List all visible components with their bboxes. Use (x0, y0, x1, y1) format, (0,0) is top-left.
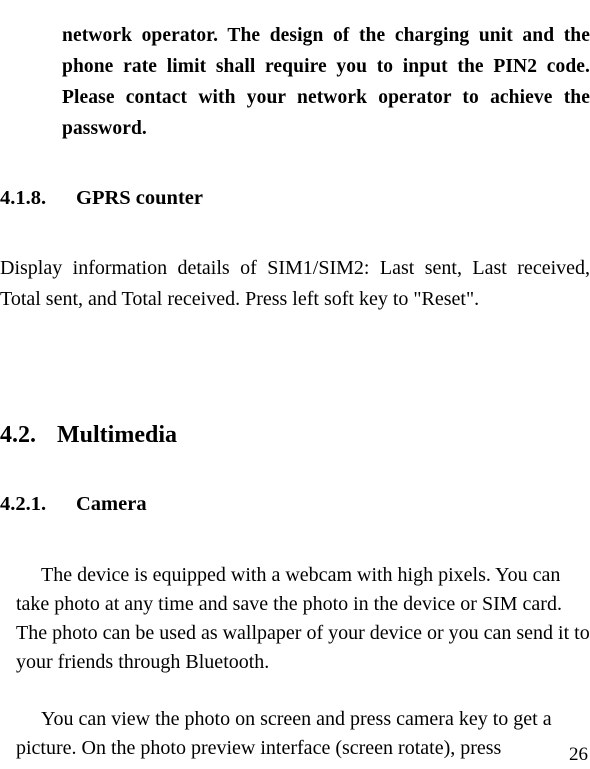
heading-gprs-counter-number: 4.1.8. (0, 186, 47, 209)
heading-camera-number: 4.2.1. (0, 492, 47, 515)
heading-multimedia-title: Multimedia (57, 421, 177, 448)
continued-bold-paragraph: network operator. The design of the char… (62, 24, 590, 139)
camera-intro-paragraph: The device is equipped with a webcam wit… (16, 564, 590, 673)
heading-camera: 4.2.1. Camera (0, 491, 560, 517)
camera-view-paragraph: You can view the photo on screen and pre… (16, 708, 552, 759)
gprs-counter-body-paragraph: Display information details of SIM1/SIM2… (0, 257, 590, 310)
heading-multimedia-number: 4.2. (0, 421, 36, 448)
page-number: 26 (569, 744, 588, 765)
document-page: network operator. The design of the char… (0, 0, 590, 769)
heading-multimedia: 4.2. Multimedia (0, 420, 560, 450)
heading-camera-title: Camera (76, 492, 147, 515)
heading-gprs-counter: 4.1.8. GPRS counter (0, 185, 560, 211)
heading-gprs-counter-title: GPRS counter (76, 186, 203, 209)
